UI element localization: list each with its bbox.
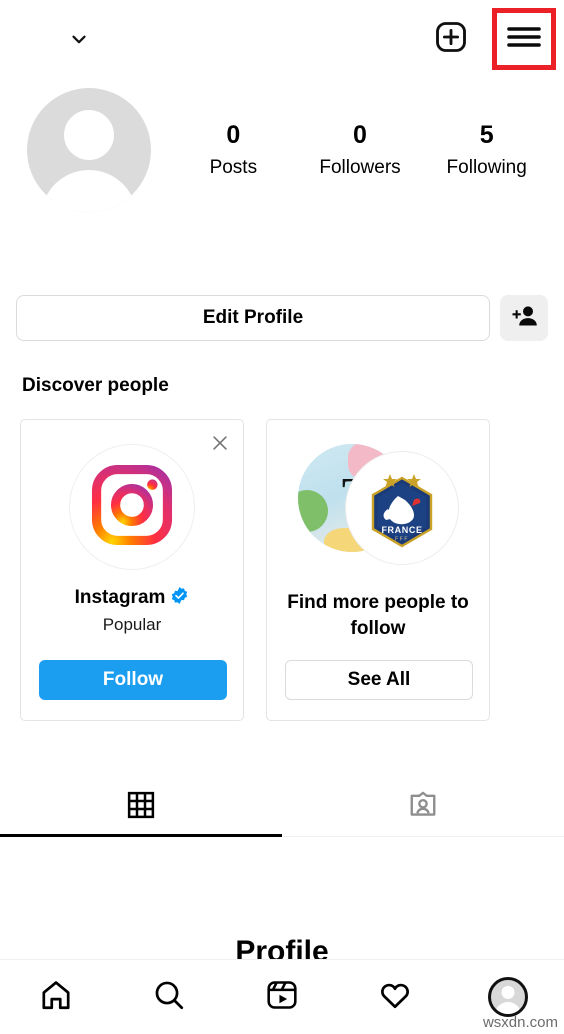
- new-post-button[interactable]: [420, 8, 482, 70]
- edit-profile-button[interactable]: Edit Profile: [16, 295, 490, 341]
- stat-following[interactable]: 5 Following: [423, 120, 550, 181]
- stat-followers-value: 0: [353, 121, 367, 149]
- stat-posts-label: Posts: [209, 157, 258, 178]
- add-person-icon: [511, 304, 538, 333]
- tab-grid[interactable]: [0, 778, 282, 837]
- france-fff-crest-icon: FRANCE FFF: [346, 452, 458, 564]
- avatar-stack: T FRANCE FFF: [298, 442, 458, 572]
- nav-profile[interactable]: [451, 977, 564, 1017]
- stat-followers-label: Followers: [319, 157, 401, 178]
- stat-followers[interactable]: 0 Followers: [297, 120, 424, 181]
- account-switcher[interactable]: [60, 20, 90, 58]
- see-all-button[interactable]: See All: [285, 660, 473, 700]
- plus-square-icon: [433, 19, 469, 60]
- search-icon: [152, 978, 186, 1017]
- discover-people-carousel: Instagram Popular Follow T: [20, 419, 544, 721]
- discover-card-find-more[interactable]: T FRANCE FFF: [266, 419, 490, 721]
- card-avatar[interactable]: [69, 444, 195, 570]
- card-subtitle: Popular: [102, 615, 162, 634]
- profile-tabs: [0, 778, 564, 837]
- top-bar: [0, 0, 564, 80]
- stat-following-label: Following: [446, 157, 527, 178]
- reels-icon: [265, 978, 299, 1017]
- hamburger-menu-icon: [505, 22, 543, 57]
- stat-following-value: 5: [479, 121, 494, 149]
- card-name: Instagram: [74, 587, 166, 608]
- card-name-row: Instagram: [75, 586, 190, 610]
- stat-posts[interactable]: 0 Posts: [170, 120, 297, 181]
- heart-icon: [378, 978, 412, 1017]
- tab-tagged[interactable]: [282, 778, 564, 836]
- svg-text:FRANCE: FRANCE: [381, 525, 422, 535]
- home-icon: [39, 978, 73, 1017]
- nav-search[interactable]: [113, 978, 226, 1017]
- watermark: wsxdn.com: [482, 1014, 558, 1031]
- tagged-person-icon: [408, 790, 438, 825]
- nav-reels[interactable]: [226, 978, 339, 1017]
- discover-card-instagram[interactable]: Instagram Popular Follow: [20, 419, 244, 721]
- instagram-logo-icon: [90, 463, 174, 552]
- profile-avatar-icon: [487, 977, 528, 1017]
- card-title: Find more people to follow: [287, 592, 469, 639]
- chevron-down-icon[interactable]: [68, 28, 90, 50]
- profile-header: 0 Posts 0 Followers 5 Following: [0, 88, 564, 233]
- svg-text:FFF: FFF: [395, 537, 409, 543]
- discover-people-title: Discover people: [22, 375, 169, 396]
- profile-stats: 0 Posts 0 Followers 5 Following: [170, 120, 550, 181]
- grid-icon: [126, 790, 156, 825]
- top-bar-actions: [420, 8, 556, 70]
- follow-button[interactable]: Follow: [39, 660, 227, 700]
- bottom-navigation: [0, 959, 564, 1034]
- verified-badge-icon: [170, 586, 189, 610]
- menu-button[interactable]: [492, 8, 556, 70]
- profile-avatar[interactable]: [27, 88, 151, 212]
- profile-actions: Edit Profile: [16, 294, 548, 342]
- stat-posts-value: 0: [226, 121, 241, 149]
- discover-people-toggle-button[interactable]: [500, 295, 548, 341]
- nav-home[interactable]: [0, 978, 113, 1017]
- close-icon[interactable]: [209, 432, 231, 454]
- nav-activity[interactable]: [338, 978, 451, 1017]
